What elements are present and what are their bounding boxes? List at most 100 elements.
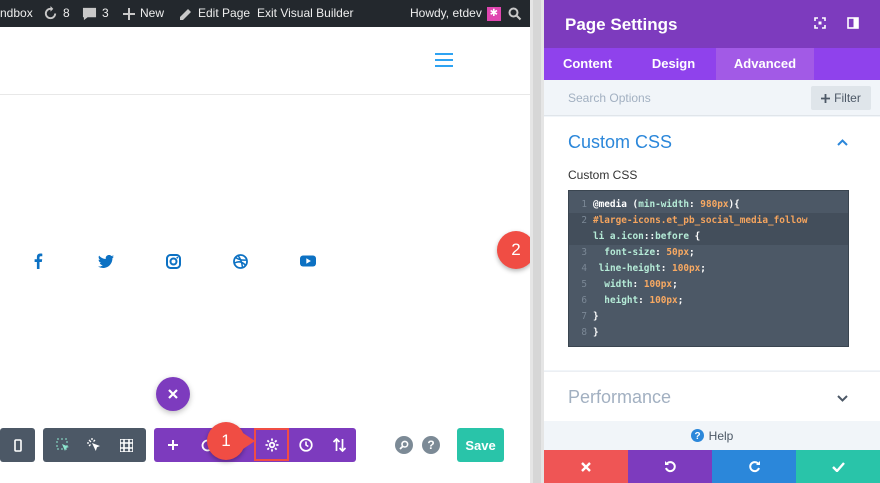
select-icon [56,438,69,451]
exit-visual-builder-link[interactable]: Exit Visual Builder [257,0,354,27]
help-link[interactable]: ? Help [544,421,880,450]
grid-mode-button[interactable] [111,428,141,462]
site-name-label: ndbox [0,6,33,20]
cursor-click-icon [87,438,100,451]
instagram-icon[interactable] [164,252,182,270]
mode-group [43,428,146,462]
wireframe-mode-button[interactable] [48,428,78,462]
comments-link[interactable]: 3 [82,0,109,27]
panel-tabs: Content Design Advanced [544,48,880,80]
code-line: 2 #large-icons.et_pb_social_media_follow [569,213,848,229]
code-text: @media (min-width: 980px){ [593,199,740,210]
expand-performance-button[interactable] [834,391,850,405]
close-icon [581,461,591,472]
performance-title: Performance [568,387,672,407]
gear-icon [265,438,278,451]
step-marker-1-label: 1 [221,431,231,450]
add-button[interactable] [158,428,188,462]
facebook-icon[interactable] [29,252,47,270]
panel-header[interactable]: Page Settings [544,0,880,48]
undo-button[interactable] [628,450,712,483]
greeting-text: Howdy, etdev [410,6,482,20]
history-button[interactable] [291,428,321,462]
filter-button[interactable]: Filter [811,86,871,110]
search-options-input[interactable]: Search Options [568,91,651,105]
updates-count: 8 [63,6,70,20]
panel-footer [544,450,880,483]
dribbble-icon[interactable] [231,252,249,270]
code-line: 1 @media (min-width: 980px){ [581,199,740,210]
code-line: 3 font-size: 50px; [581,247,695,258]
question-icon: ? [427,438,435,452]
sidebar-icon [847,17,859,29]
help-circle-button[interactable]: ? [422,436,440,454]
clock-icon [299,438,313,452]
custom-css-section: Custom CSS Custom CSS 1 @media (min-width… [544,117,880,370]
tab-content[interactable]: Content [544,48,631,80]
responsive-group [0,428,35,462]
custom-css-label: Custom CSS [568,168,638,182]
new-label: New [140,6,165,20]
tab-advanced[interactable]: Advanced [716,48,814,80]
panel-scrollbar[interactable] [530,0,544,483]
sort-arrows-icon [332,438,346,452]
phone-icon [14,438,22,452]
site-name-link[interactable]: ndbox [0,0,33,27]
pencil-icon [180,8,191,20]
save-label: Save [465,437,496,453]
exit-label: Exit Visual Builder [257,6,354,20]
tab-design[interactable]: Design [631,48,716,80]
help-icon: ? [690,429,704,442]
search-toggle[interactable] [508,0,522,27]
code-line: 4 line-height: 100px; [581,263,706,274]
checkmark-icon [831,461,845,472]
close-builder-button[interactable] [156,377,190,411]
help-label: Help [708,428,734,443]
chevron-down-icon [836,394,848,402]
avatar: ✱ [486,6,501,21]
svg-text:?: ? [694,431,700,442]
fullscreen-icon [814,17,826,29]
redo-icon [748,461,760,473]
edit-page-label: Edit Page [198,6,251,20]
click-mode-button[interactable] [79,428,109,462]
page-settings-button[interactable] [254,428,289,461]
comments-count: 3 [102,6,109,20]
discard-button[interactable] [544,450,628,483]
updates-icon [44,6,57,20]
zoom-button[interactable] [395,436,413,454]
step-marker-2-label: 2 [511,240,521,259]
performance-section[interactable]: Performance [544,371,880,421]
search-icon [508,7,522,20]
code-line: 6 height: 100px; [581,295,684,306]
code-line: 7} [581,311,599,322]
updates-link[interactable]: 8 [43,0,70,27]
custom-css-editor[interactable]: 1 @media (min-width: 980px){ 2 #large-icon… [568,190,849,347]
site-header [0,27,530,95]
code-line: li a.icon::before { [569,229,848,245]
expand-panel-button[interactable] [812,15,828,31]
undo-icon [664,461,676,473]
redo-button[interactable] [712,450,796,483]
section-title[interactable]: Custom CSS [568,132,672,153]
magnifier-icon [399,440,409,450]
collapse-section-button[interactable] [834,135,850,149]
youtube-icon[interactable] [299,252,317,270]
search-options-bar: Search Options Filter [544,80,880,116]
panel-title: Page Settings [565,15,678,34]
plus-icon [168,440,178,450]
comments-icon [82,7,97,20]
layers-button[interactable] [324,428,354,462]
save-changes-button[interactable] [796,450,880,483]
edit-page-link[interactable]: Edit Page [179,0,250,27]
twitter-icon[interactable] [97,252,115,270]
hamburger-menu-icon[interactable] [435,53,453,67]
account-menu[interactable]: Howdy, etdev ✱ [410,0,501,27]
grid-icon [119,438,133,452]
plus-icon [123,7,135,20]
new-link[interactable]: New [123,0,164,27]
phone-view-button[interactable] [6,428,30,462]
admin-bar: ndbox 8 3 New Edit Page Exit Visual Buil… [0,0,530,27]
dock-panel-button[interactable] [845,15,861,31]
save-button[interactable]: Save [457,428,504,462]
